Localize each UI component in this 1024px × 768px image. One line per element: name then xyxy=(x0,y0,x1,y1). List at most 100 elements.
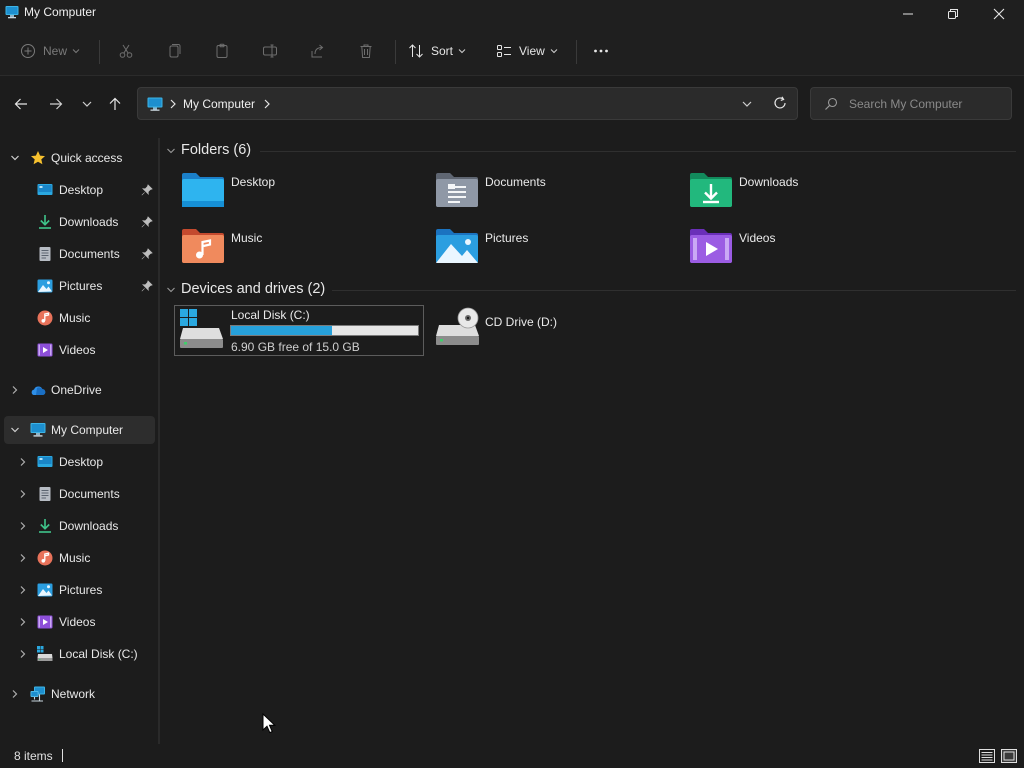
sort-button[interactable]: Sort xyxy=(408,38,466,64)
chevron-right-icon[interactable] xyxy=(18,617,28,627)
search-input[interactable] xyxy=(849,95,1004,113)
sidebar-item-quick-music[interactable]: Music xyxy=(4,304,155,332)
paste-button[interactable] xyxy=(214,38,230,64)
folder-desktop[interactable]: Desktop xyxy=(181,171,421,219)
cut-button[interactable] xyxy=(118,38,134,64)
chevron-right-icon[interactable] xyxy=(18,457,28,467)
chevron-right-icon[interactable] xyxy=(18,521,28,531)
share-icon xyxy=(311,44,324,58)
delete-button[interactable] xyxy=(358,38,374,64)
address-bar[interactable]: My Computer xyxy=(137,87,798,120)
breadcrumb-my-computer[interactable]: My Computer xyxy=(183,97,255,111)
chevron-right-icon[interactable] xyxy=(18,489,28,499)
chevron-right-icon[interactable] xyxy=(18,553,28,563)
share-button[interactable] xyxy=(310,38,326,64)
new-button[interactable]: New xyxy=(20,38,80,64)
chevron-down-icon[interactable] xyxy=(10,153,20,163)
refresh-icon[interactable] xyxy=(773,96,787,110)
folders-section-header[interactable]: Folders (6) xyxy=(166,141,1016,161)
sidebar-item-computer-local-disk[interactable]: Local Disk (C:) xyxy=(4,640,155,668)
sidebar-item-computer-documents[interactable]: Documents xyxy=(4,480,155,508)
chevron-down-icon[interactable] xyxy=(10,425,20,435)
sidebar-item-computer-desktop[interactable]: Desktop xyxy=(4,448,155,476)
command-bar: New Sort View xyxy=(0,28,1024,76)
chevron-right-icon[interactable] xyxy=(18,585,28,595)
sidebar-item-computer-pictures[interactable]: Pictures xyxy=(4,576,155,604)
sort-label: Sort xyxy=(431,44,454,58)
chevron-right-icon[interactable] xyxy=(18,649,28,659)
folder-videos[interactable]: Videos xyxy=(689,227,929,275)
trash-icon xyxy=(360,44,372,58)
folder-music[interactable]: Music xyxy=(181,227,421,275)
sidebar-item-onedrive[interactable]: OneDrive xyxy=(4,376,155,404)
more-options-button[interactable] xyxy=(593,38,609,64)
chevron-right-icon[interactable] xyxy=(263,98,271,110)
sidebar-label: Documents xyxy=(59,487,120,501)
sidebar-label: Videos xyxy=(59,615,96,629)
sidebar-label: Desktop xyxy=(59,455,104,469)
sidebar-label: My Computer xyxy=(51,423,124,437)
windows-drive-icon xyxy=(180,309,223,348)
sidebar-item-quick-videos[interactable]: Videos xyxy=(4,336,155,364)
chevron-down-icon xyxy=(458,49,466,54)
drive-cd-d[interactable]: CD Drive (D:) xyxy=(434,305,674,356)
devices-section-header[interactable]: Devices and drives (2) xyxy=(166,280,1016,300)
mouse-cursor-icon xyxy=(262,713,276,734)
folder-documents[interactable]: Documents xyxy=(435,171,675,219)
up-button[interactable] xyxy=(103,92,127,116)
music-folder-icon xyxy=(182,229,224,263)
copy-icon xyxy=(169,44,181,58)
details-view-icon[interactable] xyxy=(978,747,996,765)
drive-usage-fill xyxy=(231,326,332,335)
window-title: My Computer xyxy=(24,5,97,19)
sidebar-label: Videos xyxy=(59,343,96,357)
copy-button[interactable] xyxy=(166,38,182,64)
sidebar-item-network[interactable]: Network xyxy=(4,680,155,708)
cd-drive-icon xyxy=(436,307,479,345)
chevron-right-icon[interactable] xyxy=(10,689,20,699)
toolbar-divider xyxy=(99,40,100,64)
rename-icon xyxy=(263,44,277,58)
videos-folder-icon xyxy=(690,229,732,263)
close-button[interactable] xyxy=(976,0,1022,28)
restore-button[interactable] xyxy=(930,0,976,28)
sidebar-item-quick-documents[interactable]: Documents xyxy=(4,240,155,268)
sidebar-item-quick-downloads[interactable]: Downloads xyxy=(4,208,155,236)
forward-button[interactable] xyxy=(44,92,68,116)
scissors-icon xyxy=(119,44,133,58)
sidebar-item-quick-access[interactable]: Quick access xyxy=(4,144,155,172)
view-list-icon xyxy=(497,45,511,57)
sidebar-item-quick-desktop[interactable]: Desktop xyxy=(4,176,155,204)
sidebar-item-my-computer[interactable]: My Computer xyxy=(4,416,155,444)
chevron-right-icon[interactable] xyxy=(10,385,20,395)
view-button[interactable]: View xyxy=(496,38,558,64)
rename-button[interactable] xyxy=(262,38,278,64)
desktop-icon xyxy=(37,456,53,467)
folder-pictures[interactable]: Pictures xyxy=(435,227,675,275)
chevron-down-icon[interactable] xyxy=(166,285,176,295)
downloads-folder-icon xyxy=(690,173,732,207)
section-divider xyxy=(260,151,1016,152)
folder-downloads[interactable]: Downloads xyxy=(689,171,929,219)
folders-heading: Folders (6) xyxy=(181,142,252,158)
sidebar-label: Downloads xyxy=(59,215,119,229)
pane-divider[interactable] xyxy=(158,138,160,744)
large-icons-view-icon[interactable] xyxy=(1000,747,1018,765)
back-button[interactable] xyxy=(9,92,33,116)
chevron-right-icon[interactable] xyxy=(169,98,177,110)
search-icon xyxy=(825,97,838,110)
arrow-right-icon xyxy=(50,98,63,110)
sidebar-item-quick-pictures[interactable]: Pictures xyxy=(4,272,155,300)
sidebar-item-computer-music[interactable]: Music xyxy=(4,544,155,572)
chevron-down-icon[interactable] xyxy=(741,99,753,109)
search-box[interactable] xyxy=(810,87,1012,120)
recent-locations-button[interactable] xyxy=(75,92,99,116)
sort-icon xyxy=(409,44,423,58)
drive-local-disk-c[interactable]: Local Disk (C:) 6.90 GB free of 15.0 GB xyxy=(174,305,424,356)
sidebar-item-computer-videos[interactable]: Videos xyxy=(4,608,155,636)
minimize-button[interactable] xyxy=(885,0,931,28)
sidebar-label: Pictures xyxy=(59,583,103,597)
sidebar-item-computer-downloads[interactable]: Downloads xyxy=(4,512,155,540)
chevron-down-icon[interactable] xyxy=(166,146,176,156)
status-bar: 8 items xyxy=(0,744,1024,768)
